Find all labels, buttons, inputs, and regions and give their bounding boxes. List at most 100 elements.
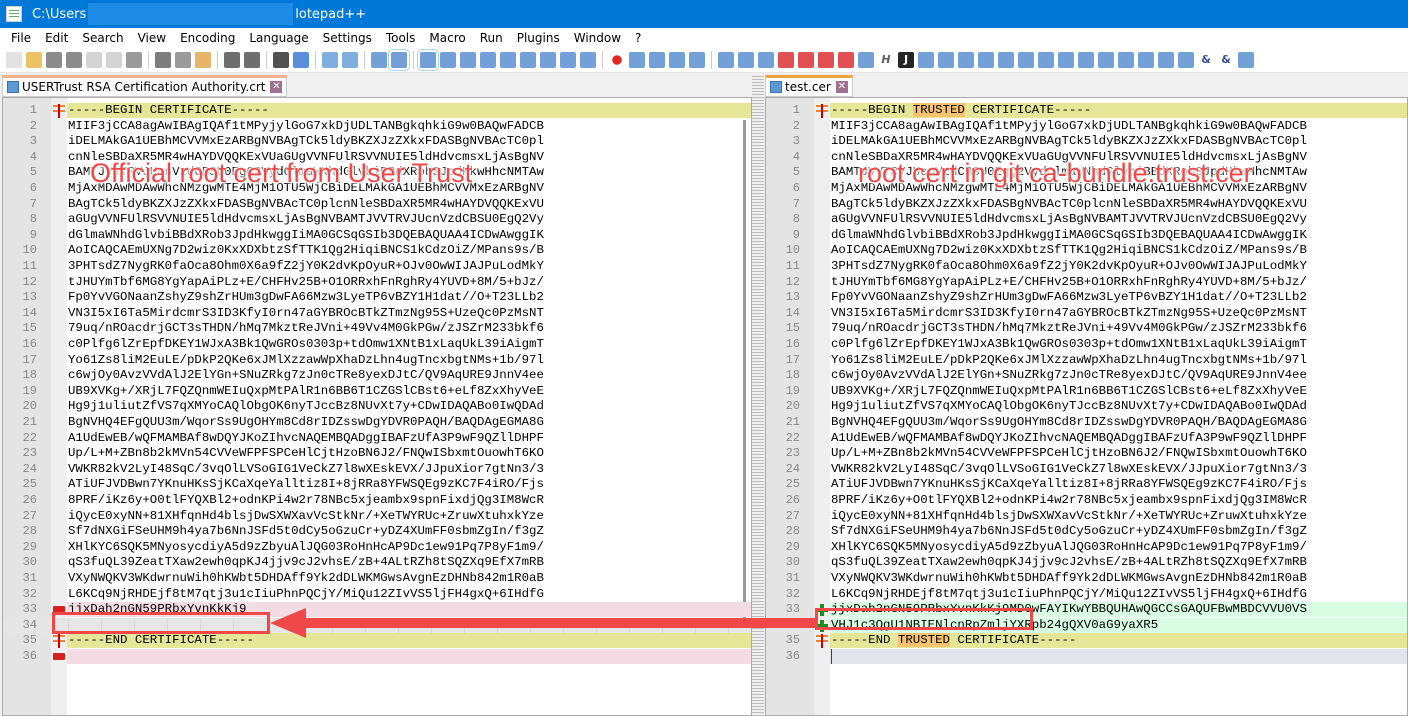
menu-window[interactable]: Window — [567, 31, 628, 45]
doc-diff-icon[interactable] — [1138, 51, 1154, 68]
editor-line[interactable]: 26 8PRF/iKz6y+O0tlFYQXBl2+odnKPi4w2r78NBc… — [3, 493, 751, 508]
editor-line[interactable]: 29 XHlKYC6SQK5MNyosycdiyA5d9zZbyuAlJQG03R… — [766, 540, 1407, 555]
editor-line[interactable]: 15 79uq/nROacdrjGCT3sTHDN/hMq7MkztReJVni+… — [3, 321, 751, 336]
editor-line[interactable]: 28 Sf7dNXGiFSeUHM9h4ya7b6NnJSFd5t0dCy5oGz… — [3, 524, 751, 539]
editor-line[interactable]: 24 VWKR82kV2LyI48SqC/3vqOlLVSoGIG1VeCkZ7l… — [766, 462, 1407, 477]
function-list-icon[interactable] — [540, 51, 556, 68]
editor-line[interactable]: 31 VXyNWQKV3WKdwrnuWih0hKWbt5DHDAff9Yk2dD… — [3, 571, 751, 586]
menu-edit[interactable]: Edit — [38, 31, 75, 45]
editor-line[interactable]: 28 Sf7dNXGiFSeUHM9h4ya7b6NnJSFd5t0dCy5oGz… — [766, 524, 1407, 539]
validate-icon[interactable] — [938, 51, 954, 68]
editor-line[interactable]: 29 XHlKYC6SQK5MNyosycdiyA5d9zZbyuAlJQG03R… — [3, 540, 751, 555]
editor-line[interactable]: 17 Yo61Zs8liM2EuLE/pDkP2QKe6xJMlXzzawWpXh… — [3, 353, 751, 368]
editor-line[interactable]: 8 aGUgVVNFUlRSVVNUIE5ldHdvcmsxLjAsBgNVBAM… — [766, 212, 1407, 227]
folder-workspace-icon[interactable] — [560, 51, 576, 68]
menu-run[interactable]: Run — [473, 31, 510, 45]
editor-line[interactable]: 22 A1UdEwEB/wQFMAMBAf8wDQYJKoZIhvcNAQEMBQ… — [3, 431, 751, 446]
close-all-icon[interactable] — [106, 51, 122, 68]
editor-line[interactable]: 19 UB9XVKg+/XRjL7FQZQnmWEIuQxpMtPAlR1n6BB… — [766, 384, 1407, 399]
editor-line[interactable]: 2 MIIF3jCCA8agAwIBAgIQAf1tMPyjylGoG7xkDjU… — [3, 119, 751, 134]
editor-line[interactable]: 1 -----BEGIN TRUSTED CERTIFICATE----- — [766, 103, 1407, 118]
editor-line[interactable]: 20 Hg9j1uliutZfVS7qXMYoCAQlObgOK6nyTJccBz… — [766, 399, 1407, 414]
stop-macro-icon[interactable] — [629, 51, 645, 68]
editor-line[interactable]: 30 qS3fuQL39ZeatTXaw2ewh0qpKJ4jjv9cJ2vhsE… — [766, 555, 1407, 570]
editor-line[interactable]: 36 — [3, 649, 751, 664]
editor-line[interactable]: 24 VWKR82kV2LyI48SqC/3vqOlLVSoGIG1VeCkZ7l… — [3, 462, 751, 477]
menu-file[interactable]: File — [4, 31, 38, 45]
menu-settings[interactable]: Settings — [316, 31, 379, 45]
editor-line[interactable]: 12 tJHUYmTbf6MG8YgYapAiPLz+E/CHFHv25B+O1O… — [3, 275, 751, 290]
tab-usertrust-crt[interactable]: USERTrust RSA Certification Authority.cr… — [2, 75, 288, 97]
prev-change-icon[interactable] — [978, 51, 994, 68]
sync-vertical-icon[interactable] — [371, 51, 387, 68]
zoom-out-icon[interactable] — [342, 51, 358, 68]
editor-line[interactable]: 21 BgNVHQ4EFgQUU3m/WqorSs9UgOHYm8Cd8rIDZs… — [766, 415, 1407, 430]
editor-line[interactable]: 18 c6wjOy0AvzVVdAlJ2ElYGn+SNuZRkg7zJn0cTR… — [766, 368, 1407, 383]
xml-icon[interactable] — [918, 51, 934, 68]
editor-line[interactable]: 22 A1UdEwEB/wQFMAMBAf8wDQYJKoZIhvcNAQEMBQ… — [766, 431, 1407, 446]
ampersand-off-icon[interactable]: & — [1218, 52, 1234, 68]
next-change-icon[interactable] — [998, 51, 1014, 68]
editor-line[interactable]: 10 AoICAQCAEmUXNg7D2wiz0KxXDXbtzSfTTK1Qg2… — [766, 243, 1407, 258]
print-icon[interactable] — [126, 51, 142, 68]
replace-icon[interactable] — [293, 51, 309, 68]
editor-line[interactable]: 18 c6wjOy0AvzVVdAlJ2ElYGn+SNuZRkg7zJn0cTR… — [3, 368, 751, 383]
copy-icon[interactable] — [175, 51, 191, 68]
indent-guide-icon[interactable] — [460, 51, 476, 68]
editor-line[interactable]: 7 BAgTCk5ldyBKZXJzZXkxFDASBgNVBAcTC0plcnN… — [3, 197, 751, 212]
save-macro-icon[interactable] — [689, 51, 705, 68]
editor-line[interactable]: 11 3PHTsdZ7NygRK0faOca8Ohm0X6a9fZ2jY0K2dv… — [766, 259, 1407, 274]
editor-line[interactable]: 9 dGlmaWNhdGlvbiBBdXRob3JpdHkwggIiMA0GCSq… — [766, 228, 1407, 243]
doc-list-icon[interactable] — [520, 51, 536, 68]
editor-line[interactable]: 13 Fp0YvVGONaanZshyZ9shZrHUm3gDwFA66Mzw3L… — [766, 290, 1407, 305]
new-file-icon[interactable] — [6, 51, 22, 68]
editor-line[interactable]: 2 MIIF3jCCA8agAwIBAgIQAf1tMPyjylGoG7xkDjU… — [766, 119, 1407, 134]
menu-help[interactable]: ? — [628, 31, 648, 45]
doc-search-icon[interactable] — [1158, 51, 1174, 68]
close-tab-icon[interactable]: ✕ — [270, 81, 283, 93]
editor-line[interactable]: 36 — [766, 649, 1407, 664]
doc-map-icon[interactable] — [500, 51, 516, 68]
run-macro-multiple-icon[interactable] — [669, 51, 685, 68]
find-icon[interactable] — [273, 51, 289, 68]
editor-line[interactable]: 16 c0Plfg6lZrEpfDKEY1WJxA3Bk1QwGROs0303p+… — [766, 337, 1407, 352]
editor-line[interactable]: 12 tJHUYmTbf6MG8YgYapAiPLz+E/CHFHv25B+O1O… — [766, 275, 1407, 290]
editor-line[interactable]: 35 -----END TRUSTED CERTIFICATE----- — [766, 633, 1407, 649]
editor-line[interactable]: 14 VN3I5xI6Ta5MirdcmrS3ID3KfyI0rn47aGYBRO… — [3, 306, 751, 321]
editor-line[interactable]: 8 aGUgVVNFUlRSVVNUIE5ldHdvcmsxLjAsBgNVBAM… — [3, 212, 751, 227]
back-icon[interactable] — [1238, 51, 1254, 68]
next-file-icon[interactable] — [1038, 51, 1054, 68]
editor-line[interactable]: 31 VXyNWQKV3WKdwrnuWih0hKWbt5DHDAff9Yk2dD… — [766, 571, 1407, 586]
editor-line[interactable]: 32 L6KCq9NjRHDEjf8tM7qtj3u1cIiuPhnPQCjY/M… — [766, 587, 1407, 602]
last-change-icon[interactable] — [1018, 51, 1034, 68]
menu-language[interactable]: Language — [242, 31, 315, 45]
save-icon[interactable] — [46, 51, 62, 68]
editor-line[interactable]: 17 Yo61Zs8liM2EuLE/pDkP2QKe6xJMlXzzawWpXh… — [766, 353, 1407, 368]
doc-run-icon[interactable] — [1178, 51, 1194, 68]
clear-compare-icon[interactable] — [738, 51, 754, 68]
menu-macro[interactable]: Macro — [422, 31, 472, 45]
sync-horizontal-icon[interactable] — [388, 48, 410, 71]
next-file-alt-icon[interactable] — [1078, 51, 1094, 68]
first-change-icon[interactable] — [958, 51, 974, 68]
editor-line[interactable]: 19 UB9XVKg+/XRjL7FQZQnmWEIuQxpMtPAlR1n6BB… — [3, 384, 751, 399]
word-wrap-icon[interactable] — [417, 48, 439, 71]
editor-line[interactable]: 3 iDELMAkGA1UEBhMCVVMxEzARBgNVBAgTCk5ldyB… — [3, 134, 751, 149]
pilcrow-off-icon[interactable] — [1098, 51, 1114, 68]
last-diff-icon[interactable] — [838, 51, 854, 68]
ampersand-icon[interactable]: & — [1198, 52, 1214, 68]
editor-line[interactable]: 13 Fp0YvVGONaanZshyZ9shZrHUm3gDwFA66Mzw3L… — [3, 290, 751, 305]
compare-icon[interactable] — [718, 51, 734, 68]
editor-line[interactable]: 30 qS3fuQL39ZeatTXaw2ewh0qpKJ4jjv9cJ2vhsE… — [3, 555, 751, 570]
editor-line[interactable]: 7 BAgTCk5ldyBKZXJzZXkxFDASBgNVBAcTC0plcnN… — [766, 197, 1407, 212]
save-all-icon[interactable] — [66, 51, 82, 68]
editor-line[interactable]: 23 Up/L+M+ZBn8b2kMVn54CVVeWFPFSPCeHlCjtHz… — [3, 446, 751, 461]
menu-encoding[interactable]: Encoding — [173, 31, 242, 45]
editor-line[interactable]: 25 ATiUFJVDBwn7YKnuHKsSjKCaXqeYalltiz8I+8… — [766, 477, 1407, 492]
menu-plugins[interactable]: Plugins — [510, 31, 567, 45]
monitoring-icon[interactable] — [580, 51, 596, 68]
show-all-chars-icon[interactable] — [440, 51, 456, 68]
clear-all-compare-icon[interactable] — [758, 51, 774, 68]
open-file-icon[interactable] — [26, 51, 42, 68]
editor-line[interactable]: 10 AoICAQCAEmUXNg7D2wiz0KxXDXbtzSfTTK1Qg2… — [3, 243, 751, 258]
